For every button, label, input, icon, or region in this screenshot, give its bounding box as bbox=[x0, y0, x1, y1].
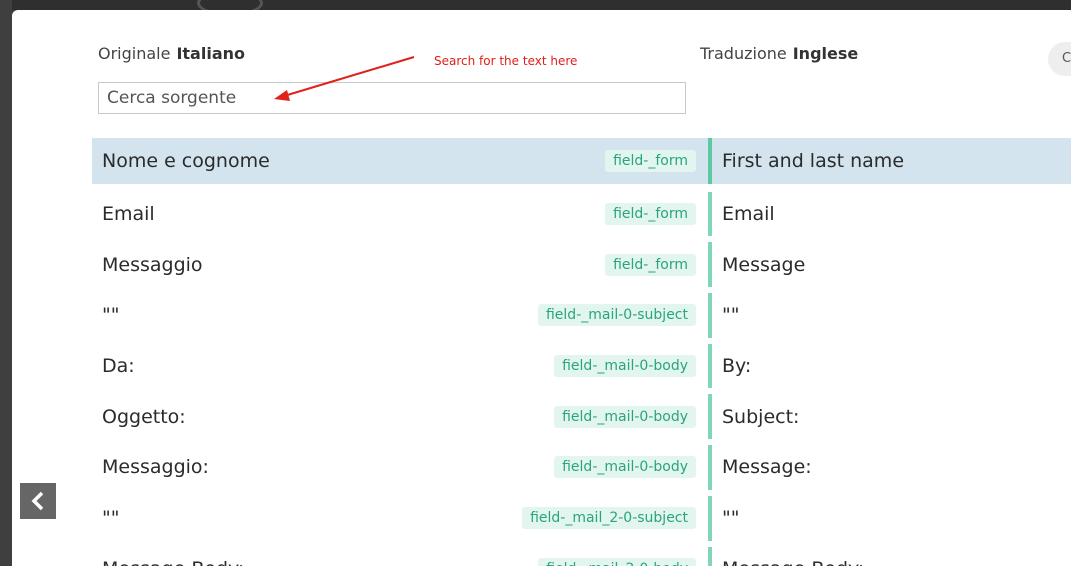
string-row[interactable]: Nome e cognome field-_form First and las… bbox=[92, 138, 1071, 184]
translation-text: By: bbox=[722, 355, 752, 378]
search-source-input[interactable] bbox=[98, 82, 686, 114]
source-text: Messaggio bbox=[102, 253, 203, 276]
original-language-label: Originale Italiano bbox=[98, 44, 245, 63]
source-text: Nome e cognome bbox=[102, 150, 270, 172]
row-divider bbox=[708, 242, 712, 288]
string-row[interactable]: Oggetto: field-_mail-0-body Subject: bbox=[92, 391, 1071, 442]
source-text: Email bbox=[102, 203, 155, 226]
context-badge: field-_mail-0-body bbox=[554, 355, 696, 378]
translation-text: Email bbox=[722, 203, 775, 226]
source-text: "" bbox=[102, 304, 120, 327]
row-divider bbox=[708, 495, 712, 541]
context-badge: field-_form bbox=[605, 150, 696, 172]
string-row[interactable]: Email field-_form Email bbox=[92, 189, 1071, 240]
translation-text: Message bbox=[722, 253, 806, 276]
original-prefix: Originale bbox=[98, 44, 171, 63]
translation-prefix: Traduzione bbox=[700, 44, 787, 63]
options-button[interactable]: C bbox=[1048, 42, 1071, 76]
row-divider bbox=[708, 394, 712, 440]
context-badge: field-_mail-0-body bbox=[554, 456, 696, 479]
string-list: Nome e cognome field-_form First and las… bbox=[92, 138, 1071, 566]
source-text: Oggetto: bbox=[102, 405, 186, 428]
context-badge: field-_mail_2-0-body bbox=[538, 557, 696, 566]
string-row[interactable]: Messaggio field-_form Message bbox=[92, 239, 1071, 290]
row-divider bbox=[708, 293, 712, 338]
context-badge: field-_form bbox=[605, 203, 696, 226]
string-row[interactable]: "" field-_mail_2-0-subject "" bbox=[92, 493, 1071, 544]
translation-language: Inglese bbox=[792, 44, 859, 63]
top-bar bbox=[12, 0, 1071, 10]
string-row[interactable]: Messaggio: field-_mail-0-body Message: bbox=[92, 442, 1071, 493]
source-text: Messaggio: bbox=[102, 456, 209, 479]
source-text: "" bbox=[102, 507, 120, 530]
row-divider bbox=[708, 138, 712, 184]
context-badge: field-_mail-0-body bbox=[554, 405, 696, 428]
row-divider bbox=[708, 191, 712, 237]
context-badge: field-_mail_2-0-subject bbox=[522, 507, 696, 530]
back-button[interactable] bbox=[20, 483, 56, 519]
translation-text: First and last name bbox=[722, 150, 905, 172]
translation-text: Subject: bbox=[722, 405, 800, 428]
chevron-left-icon bbox=[31, 491, 44, 511]
translation-text: "" bbox=[722, 304, 740, 327]
translation-panel: Originale Italiano Search for the text he… bbox=[12, 10, 1071, 566]
translation-text: Message Body: bbox=[722, 558, 864, 566]
annotation-label: Search for the text here bbox=[434, 54, 578, 68]
row-divider bbox=[708, 445, 712, 490]
translation-text: Message: bbox=[722, 456, 812, 479]
source-text: Da: bbox=[102, 355, 135, 378]
row-divider bbox=[708, 343, 712, 389]
string-row[interactable]: Message Body: field-_mail_2-0-body Messa… bbox=[92, 544, 1071, 566]
string-row[interactable]: Da: field-_mail-0-body By: bbox=[92, 341, 1071, 392]
context-badge: field-_mail-0-subject bbox=[537, 304, 696, 327]
logo-fragment bbox=[197, 0, 263, 10]
sidebar-edge bbox=[0, 0, 12, 566]
original-language: Italiano bbox=[176, 44, 245, 63]
string-row[interactable]: "" field-_mail-0-subject "" bbox=[92, 290, 1071, 341]
translation-text: "" bbox=[722, 507, 740, 530]
translation-language-label: Traduzione Inglese bbox=[700, 44, 858, 63]
context-badge: field-_form bbox=[605, 253, 696, 276]
row-divider bbox=[708, 546, 712, 566]
source-text: Message Body: bbox=[102, 558, 244, 566]
